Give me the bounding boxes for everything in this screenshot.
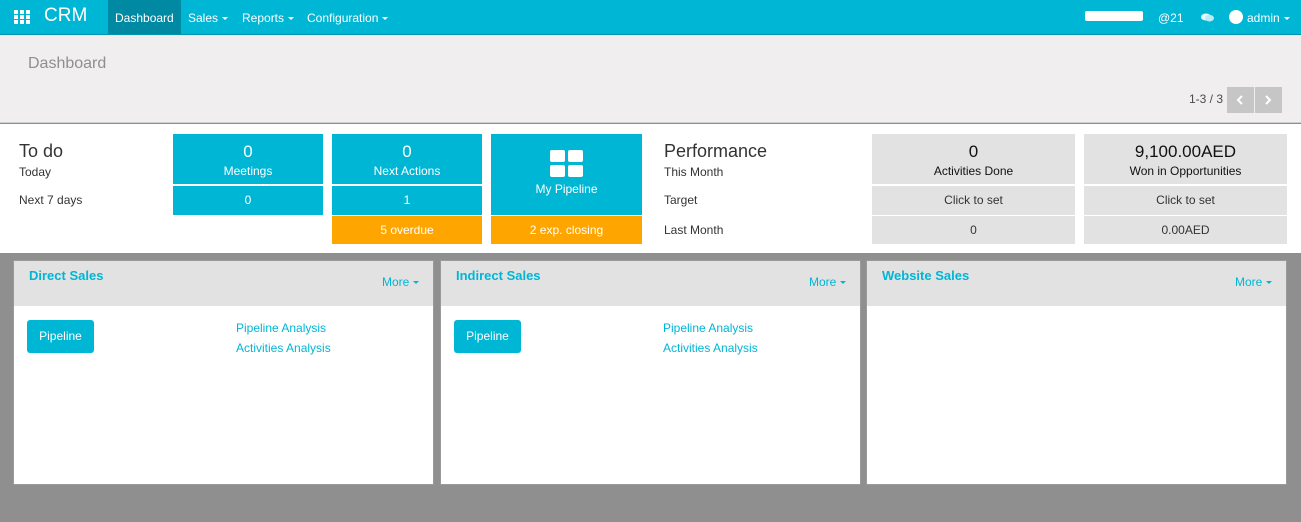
more-label: More: [809, 275, 837, 289]
overdue-tile[interactable]: 5 overdue: [332, 216, 482, 244]
won-opportunities-label: Won in Opportunities: [1129, 164, 1242, 178]
search-input[interactable]: [1085, 11, 1143, 21]
pipeline-analysis-link[interactable]: Pipeline Analysis: [236, 321, 326, 335]
todo-title: To do: [19, 141, 64, 161]
caret-down-icon: [1283, 17, 1290, 21]
pipeline-button[interactable]: Pipeline: [27, 320, 94, 353]
chat-bubbles-icon[interactable]: [1201, 13, 1214, 22]
next-actions-count: 0: [402, 142, 412, 161]
team-panel-website-sales: Website Sales More: [866, 260, 1287, 485]
caret-down-icon: [413, 281, 420, 285]
this-month-label: This Month: [664, 165, 724, 179]
won-target-tile[interactable]: Click to set: [1084, 186, 1287, 215]
pager-value[interactable]: 1-3 / 3: [1189, 92, 1223, 106]
activities-last-month-tile: 0: [872, 216, 1075, 244]
caret-down-icon: [222, 17, 229, 21]
activities-target-value: Click to set: [944, 193, 1003, 207]
panel-header: Indirect Sales More: [441, 261, 860, 306]
my-pipeline-tile[interactable]: My Pipeline: [491, 134, 642, 215]
panel-title[interactable]: Website Sales: [882, 268, 969, 283]
meetings-next7-value: 0: [244, 193, 252, 207]
team-panel-direct-sales: Direct Sales More Pipeline Pipeline Anal…: [13, 260, 434, 485]
activities-last-month-value: 0: [970, 223, 977, 237]
more-dropdown[interactable]: More: [1235, 275, 1273, 289]
chevron-left-icon: [1236, 95, 1243, 105]
user-menu[interactable]: admin: [1247, 0, 1290, 36]
avatar[interactable]: [1229, 10, 1243, 24]
pipeline-grid-icon: [550, 150, 583, 178]
pipeline-button[interactable]: Pipeline: [454, 320, 521, 353]
won-last-month-tile: 0.00AED: [1084, 216, 1287, 244]
pager-previous-button[interactable]: [1227, 87, 1254, 113]
activities-done-tile[interactable]: 0 Activities Done: [872, 134, 1075, 184]
caret-down-icon: [288, 17, 295, 21]
won-opportunities-value: 9,100.00AED: [1134, 142, 1237, 161]
last-month-label: Last Month: [664, 223, 724, 237]
won-opportunities-tile[interactable]: 9,100.00AED Won in Opportunities: [1084, 134, 1287, 184]
menu-reports[interactable]: Reports: [235, 0, 301, 34]
won-last-month-value: 0.00AED: [1161, 223, 1210, 237]
control-panel: Dashboard 1-3 / 3: [0, 35, 1301, 123]
meetings-label: Meetings: [223, 164, 273, 178]
more-label: More: [382, 275, 410, 289]
more-label: More: [1235, 275, 1263, 289]
overdue-value: 5 overdue: [380, 223, 434, 237]
panel-title[interactable]: Indirect Sales: [456, 268, 541, 283]
won-target-value: Click to set: [1156, 193, 1215, 207]
todo-next7-label: Next 7 days: [19, 193, 83, 207]
menu-dashboard-label: Dashboard: [115, 11, 174, 25]
caret-down-icon: [382, 17, 389, 21]
menu-sales[interactable]: Sales: [181, 0, 235, 34]
activities-analysis-link[interactable]: Activities Analysis: [663, 341, 758, 355]
pager-next-button[interactable]: [1255, 87, 1282, 113]
more-dropdown[interactable]: More: [382, 275, 420, 289]
more-dropdown[interactable]: More: [809, 275, 847, 289]
team-panel-indirect-sales: Indirect Sales More Pipeline Pipeline An…: [440, 260, 861, 485]
next-actions-next7-tile[interactable]: 1: [332, 186, 482, 215]
exp-closing-tile[interactable]: 2 exp. closing: [491, 216, 642, 244]
activities-done-label: Activities Done: [933, 164, 1014, 178]
panel-header: Direct Sales More: [14, 261, 433, 306]
todo-today-label: Today: [19, 165, 52, 179]
menu-sales-label: Sales: [188, 11, 219, 25]
app-name: CRM: [44, 5, 88, 26]
activities-analysis-link[interactable]: Activities Analysis: [236, 341, 331, 355]
my-pipeline-label: My Pipeline: [535, 182, 598, 196]
caret-down-icon: [840, 281, 847, 285]
user-name: admin: [1247, 11, 1280, 25]
exp-closing-value: 2 exp. closing: [529, 223, 604, 237]
apps-grid-icon[interactable]: [14, 10, 30, 24]
performance-title: Performance: [664, 141, 768, 161]
breadcrumb: Dashboard: [28, 55, 107, 72]
chevron-right-icon: [1265, 95, 1272, 105]
panel-header: Website Sales More: [867, 261, 1286, 306]
menu-reports-label: Reports: [242, 11, 285, 25]
target-label: Target: [664, 193, 698, 207]
caret-down-icon: [1266, 281, 1273, 285]
meetings-tile[interactable]: 0 Meetings: [173, 134, 323, 184]
dashboard-summary: To do Today Next 7 days 0 Meetings 0 0 N…: [0, 124, 1301, 253]
menu-configuration[interactable]: Configuration: [300, 0, 395, 34]
next-actions-label: Next Actions: [373, 164, 441, 178]
pipeline-analysis-link[interactable]: Pipeline Analysis: [663, 321, 753, 335]
top-navbar: CRM Dashboard Sales Reports Configuratio…: [0, 0, 1301, 35]
menu-configuration-label: Configuration: [307, 11, 379, 25]
meetings-count: 0: [243, 142, 253, 161]
mentions-counter[interactable]: @21: [1158, 0, 1184, 36]
meetings-next7-tile[interactable]: 0: [173, 186, 323, 215]
activities-done-value: 0: [968, 142, 979, 161]
next-actions-tile[interactable]: 0 Next Actions: [332, 134, 482, 184]
activities-target-tile[interactable]: Click to set: [872, 186, 1075, 215]
menu-dashboard[interactable]: Dashboard: [108, 0, 181, 34]
next-actions-next7-value: 1: [403, 193, 411, 207]
panel-title[interactable]: Direct Sales: [29, 268, 103, 283]
